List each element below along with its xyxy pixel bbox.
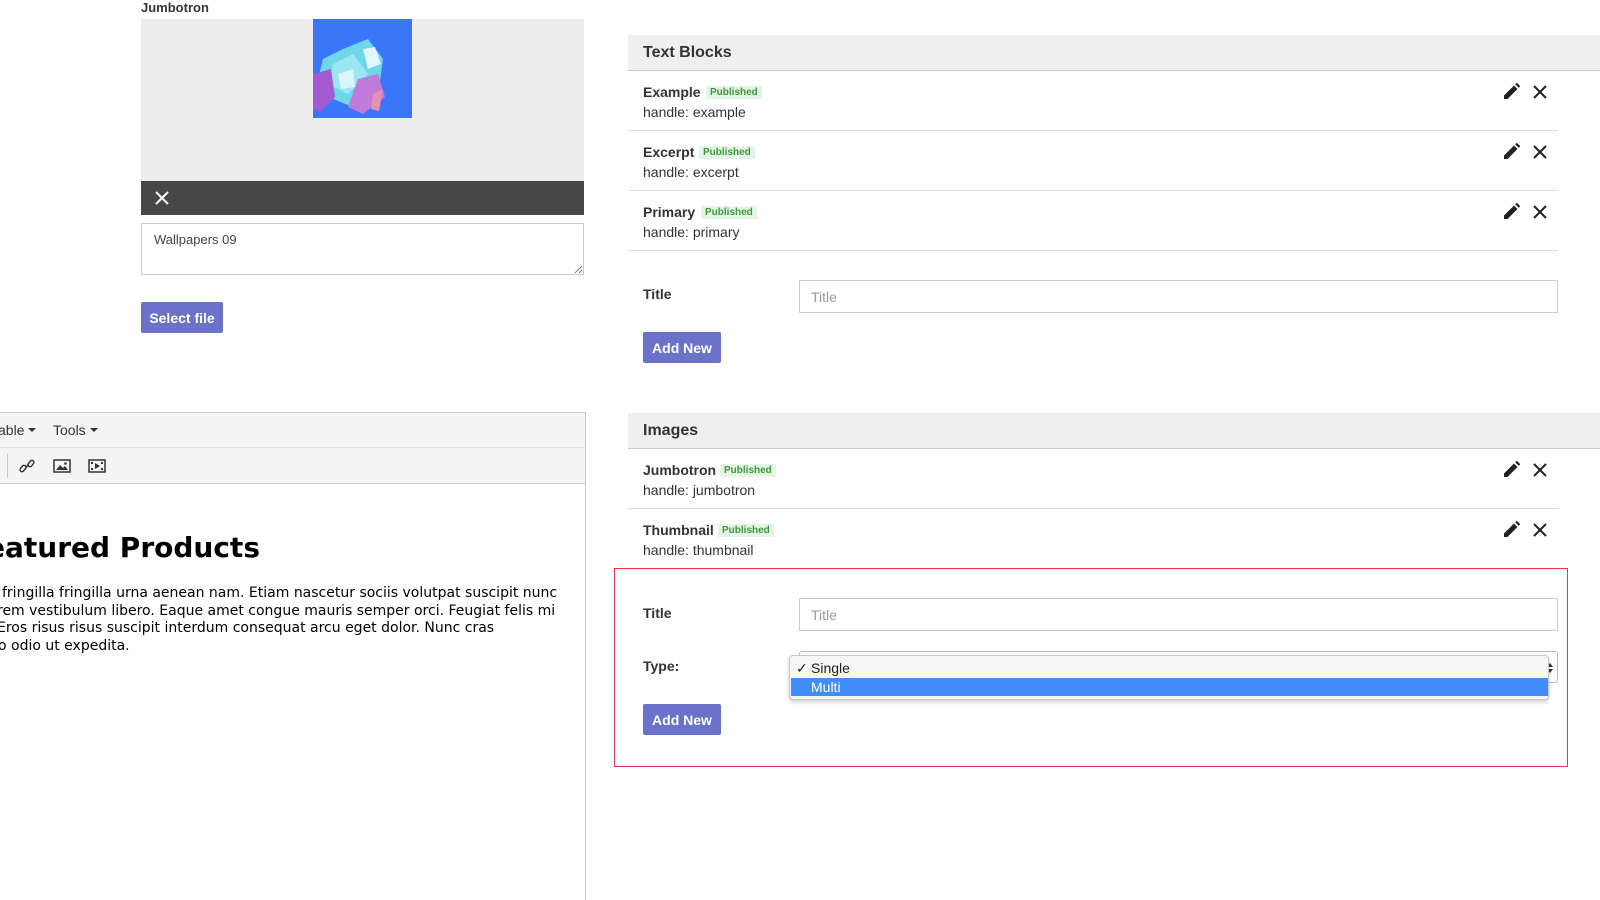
edit-pencil-icon[interactable] bbox=[1501, 142, 1521, 162]
menu-table-label: able bbox=[0, 422, 25, 438]
delete-icon[interactable] bbox=[1531, 461, 1549, 479]
edit-pencil-icon[interactable] bbox=[1501, 460, 1521, 480]
content-line: fringilla fringilla urna aenean nam. Eti… bbox=[2, 585, 558, 601]
toolbar-divider bbox=[7, 454, 8, 478]
text-block-row: Example Published handle: example bbox=[628, 71, 1558, 131]
text-block-name: Example bbox=[643, 84, 701, 100]
link-icon[interactable] bbox=[18, 458, 36, 474]
image-preview bbox=[141, 19, 584, 181]
type-option-label: Single bbox=[811, 660, 850, 676]
type-option-label: Multi bbox=[811, 679, 841, 695]
content-line: Eros risus risus suscipit interdum conse… bbox=[0, 620, 495, 637]
text-block-title-label: Title bbox=[643, 286, 672, 302]
image-handle: handle: jumbotron bbox=[643, 482, 756, 498]
image-name: Jumbotron bbox=[643, 462, 717, 478]
type-option-multi[interactable]: Multi bbox=[791, 678, 1548, 696]
text-block-handle: handle: primary bbox=[643, 224, 740, 240]
checkmark-icon: ✓ bbox=[796, 660, 808, 676]
menu-tools[interactable]: Tools bbox=[53, 422, 98, 438]
image-title-input[interactable] bbox=[799, 598, 1558, 631]
image-caption-input[interactable]: Wallpapers 09 bbox=[141, 223, 584, 275]
image-row: Jumbotron Published handle: jumbotron bbox=[628, 449, 1558, 509]
delete-icon[interactable] bbox=[1531, 143, 1549, 161]
content-line: o odio ut expedita. bbox=[0, 638, 130, 655]
images-header: Images bbox=[628, 413, 1600, 449]
type-option-single[interactable]: ✓ Single bbox=[791, 659, 1548, 677]
jumbotron-uploader-label: Jumbotron bbox=[141, 0, 209, 15]
delete-icon[interactable] bbox=[1531, 521, 1549, 539]
status-badge: Published bbox=[720, 464, 776, 477]
delete-icon[interactable] bbox=[1531, 83, 1549, 101]
image-icon[interactable] bbox=[53, 458, 71, 474]
text-block-name: Primary bbox=[643, 204, 696, 220]
image-row: Thumbnail Published handle: thumbnail bbox=[628, 509, 1558, 569]
text-blocks-header: Text Blocks bbox=[628, 35, 1600, 71]
add-text-block-button[interactable]: Add New bbox=[643, 332, 721, 363]
image-type-dropdown: ✓ Single Multi bbox=[789, 655, 1549, 700]
content-heading[interactable]: eatured Products bbox=[0, 531, 260, 564]
chevron-down-icon bbox=[89, 428, 98, 433]
image-handle: handle: thumbnail bbox=[643, 542, 754, 558]
text-block-row: Excerpt Published handle: excerpt bbox=[628, 131, 1558, 191]
text-block-handle: handle: excerpt bbox=[643, 164, 739, 180]
menu-table[interactable]: able bbox=[0, 422, 37, 438]
content-line: rem vestibulum libero. Eaque amet congue… bbox=[0, 602, 556, 619]
preview-thumbnail bbox=[313, 19, 412, 118]
add-image-button[interactable]: Add New bbox=[643, 704, 721, 735]
delete-icon[interactable] bbox=[1531, 203, 1549, 221]
editor-menubar: able Tools bbox=[0, 413, 585, 447]
chevron-down-icon bbox=[28, 428, 37, 433]
edit-pencil-icon[interactable] bbox=[1501, 82, 1521, 102]
text-block-row: Primary Published handle: primary bbox=[628, 191, 1558, 251]
status-badge: Published bbox=[706, 86, 762, 99]
edit-pencil-icon[interactable] bbox=[1501, 520, 1521, 540]
menu-tools-label: Tools bbox=[53, 422, 86, 438]
status-badge: Published bbox=[718, 524, 774, 537]
image-type-label: Type: bbox=[643, 658, 680, 674]
rich-text-editor: able Tools eatured Products fringilla fr… bbox=[0, 412, 586, 900]
remove-image-icon[interactable] bbox=[153, 189, 171, 207]
text-block-handle: handle: example bbox=[643, 104, 746, 120]
media-icon[interactable] bbox=[88, 458, 106, 474]
preview-toolbar bbox=[141, 181, 584, 215]
edit-pencil-icon[interactable] bbox=[1501, 202, 1521, 222]
image-name: Thumbnail bbox=[643, 522, 714, 538]
text-block-name: Excerpt bbox=[643, 144, 695, 160]
editor-toolbar bbox=[0, 447, 585, 484]
image-title-label: Title bbox=[643, 605, 672, 621]
status-badge: Published bbox=[701, 206, 757, 219]
select-file-button[interactable]: Select file bbox=[141, 302, 223, 333]
content-body[interactable]: fringilla fringilla urna aenean nam. Eti… bbox=[0, 585, 558, 656]
status-badge: Published bbox=[699, 146, 755, 159]
text-block-title-input[interactable] bbox=[799, 280, 1558, 313]
